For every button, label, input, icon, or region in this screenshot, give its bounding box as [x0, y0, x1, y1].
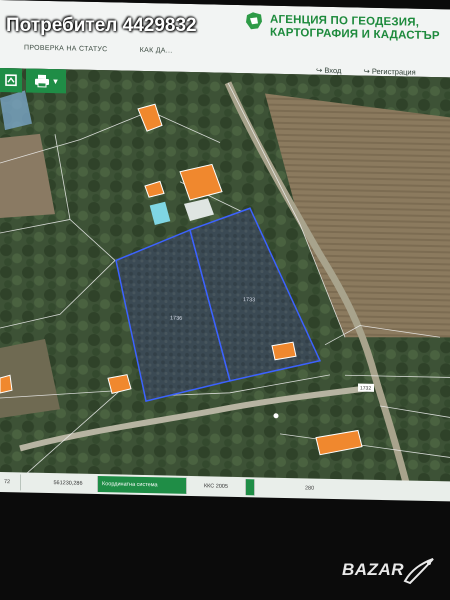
nav-how-to[interactable]: КАК ДА...	[140, 47, 173, 55]
login-label: Вход	[324, 65, 342, 76]
agency-name: АГЕНЦИЯ ПО ГЕОДЕЗИЯ, КАРТОГРАФИЯ И КАДАС…	[270, 14, 450, 44]
statusbar-right-label: 280	[305, 485, 315, 492]
status-zoom: 72	[0, 474, 21, 491]
coordinate-system-select[interactable]: ККС 2005	[187, 477, 246, 496]
agency-name-line2: КАРТОГРАФИЯ И КАДАСТЪР	[270, 26, 440, 43]
page: { "watermark_user": "Потребител 4429832"…	[0, 0, 450, 600]
bulgaria-map-logo-icon	[246, 12, 262, 30]
satellite-map-view[interactable]: 1736 1733 1732	[0, 68, 450, 500]
print-icon	[35, 74, 50, 88]
chevron-down-icon: ▾	[53, 75, 58, 86]
coordinate-system-label: Координатна система	[98, 476, 187, 494]
print-button[interactable]: ▾	[26, 68, 66, 94]
map-toolbar: ▾	[0, 68, 66, 94]
monitor-screen: АГЕНЦИЯ ПО ГЕОДЕЗИЯ, КАРТОГРАФИЯ И КАДАС…	[0, 0, 450, 519]
layers-icon	[5, 74, 17, 87]
site-header: АГЕНЦИЯ ПО ГЕОДЕЗИЯ, КАРТОГРАФИЯ И КАДАС…	[0, 0, 450, 78]
bazar-logo-icon	[403, 558, 434, 585]
seller-watermark: Потребител 4429832	[6, 15, 197, 36]
building	[0, 374, 13, 394]
top-nav: ПРОВЕРКА НА СТАТУС КАК ДА...	[24, 45, 203, 56]
layers-button[interactable]	[0, 68, 22, 93]
bazar-logo-text: BAZAR	[342, 560, 404, 579]
statusbar-divider	[246, 479, 255, 496]
cadastral-map[interactable]: 1736 1733 1732	[0, 68, 450, 500]
coordinate-system-value: ККС 2005	[203, 483, 229, 490]
status-coordinates: 561230,286	[39, 474, 98, 493]
nav-status-check[interactable]: ПРОВЕРКА НА СТАТУС	[24, 45, 108, 54]
road-label: 1732	[360, 386, 371, 392]
parcel-label-1736: 1736	[170, 316, 182, 322]
parcel-label-1733: 1733	[243, 297, 255, 303]
